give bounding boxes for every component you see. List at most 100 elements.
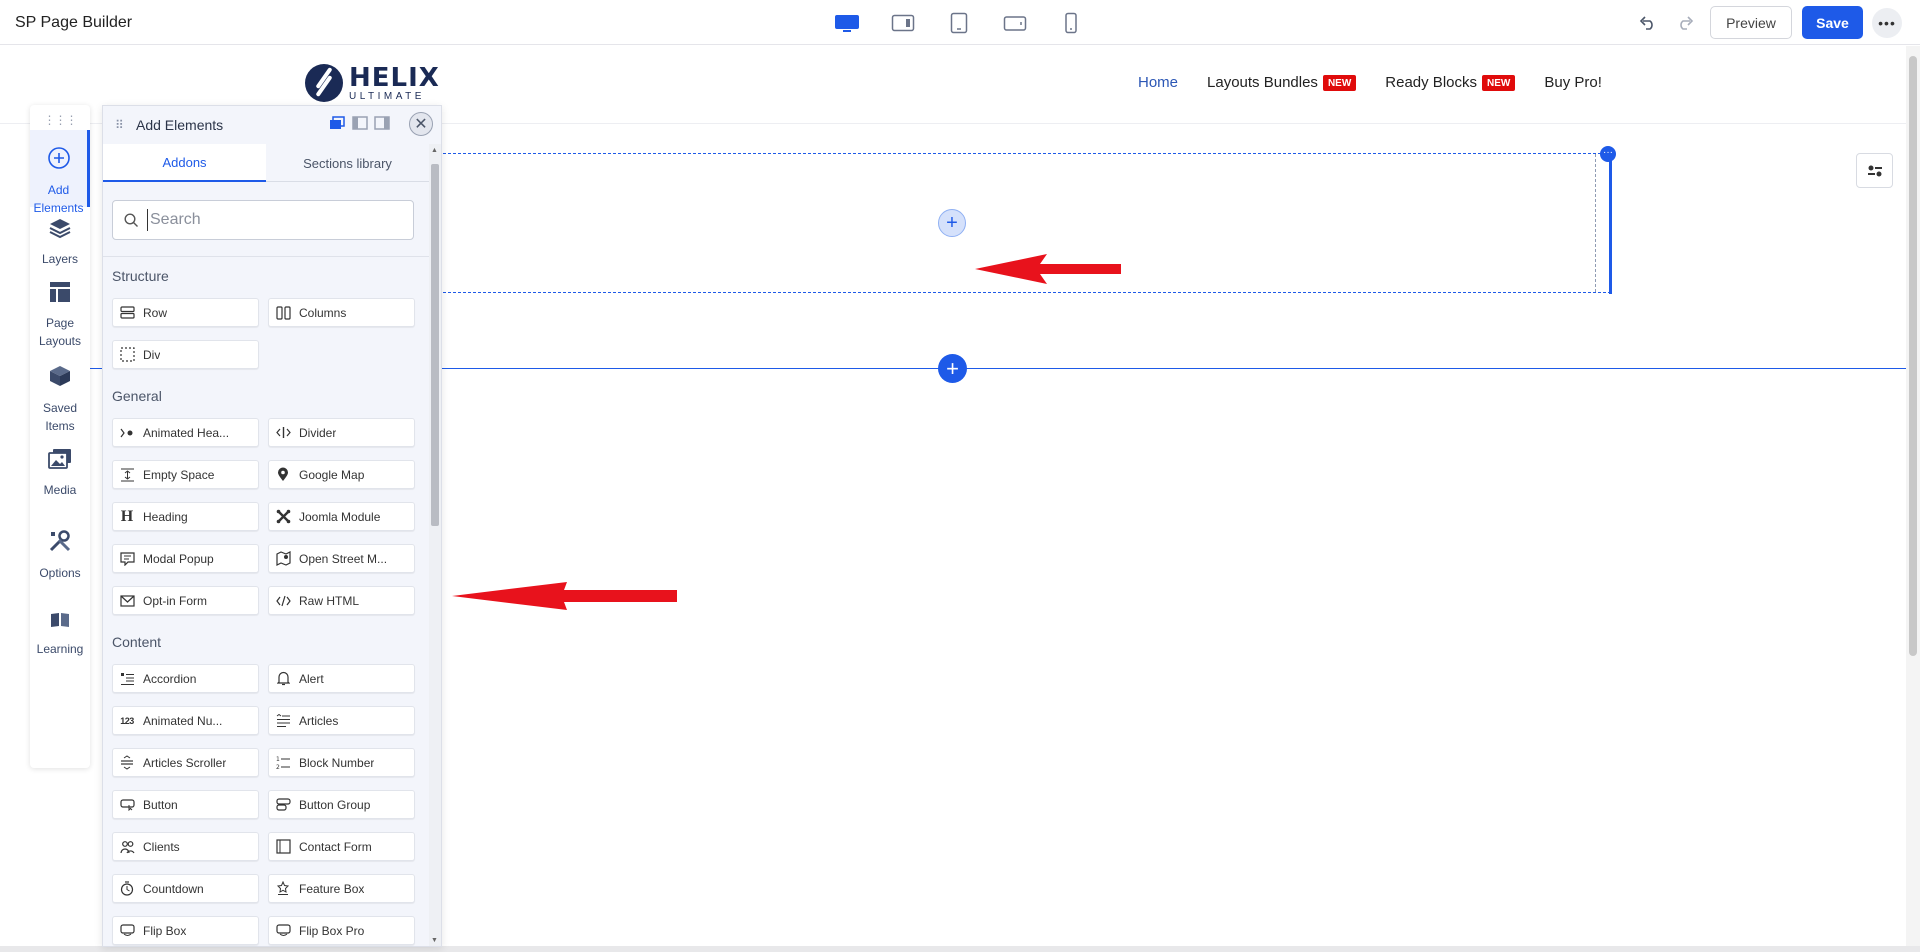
- addon-articles-scroller[interactable]: Articles Scroller: [112, 748, 259, 777]
- addon-flip-box-pro[interactable]: Flip Box Pro: [268, 916, 415, 945]
- addon-label: Block Number: [299, 755, 375, 770]
- map-pin-icon: [275, 467, 291, 483]
- panel-scrollbar-thumb[interactable]: [431, 164, 439, 526]
- sidebar-item-label: Saved: [42, 401, 78, 415]
- addon-columns[interactable]: Columns: [268, 298, 415, 327]
- addon-opt-in-form[interactable]: Opt-in Form: [112, 586, 259, 615]
- addon-google-map[interactable]: Google Map: [268, 460, 415, 489]
- page-scrollbar-thumb[interactable]: [1909, 56, 1917, 656]
- tab-sections-library[interactable]: Sections library: [266, 144, 429, 182]
- detach-panel-icon[interactable]: [329, 116, 345, 130]
- nav-item-label: Buy Pro!: [1544, 74, 1602, 91]
- addon-clients[interactable]: Clients: [112, 832, 259, 861]
- search-input[interactable]: [147, 209, 407, 231]
- helix-logo-icon: [305, 64, 343, 102]
- addon-row[interactable]: Row: [112, 298, 259, 327]
- addon-label: Modal Popup: [143, 551, 214, 566]
- addon-label: Flip Box Pro: [299, 923, 365, 938]
- panel-scrollbar[interactable]: ▲ ▼: [429, 144, 441, 946]
- addon-contact-form[interactable]: Contact Form: [268, 832, 415, 861]
- addon-heading[interactable]: H Heading: [112, 502, 259, 531]
- flip-box-icon: [119, 923, 135, 939]
- page-settings-button[interactable]: [1856, 153, 1893, 188]
- nav-item-label: Layouts Bundles: [1207, 74, 1318, 91]
- addon-divider[interactable]: Divider: [268, 418, 415, 447]
- addon-flip-box[interactable]: Flip Box: [112, 916, 259, 945]
- dock-left-icon[interactable]: [352, 116, 368, 130]
- sidebar-item-label: Learning: [36, 642, 84, 656]
- addon-accordion[interactable]: Accordion: [112, 664, 259, 693]
- addon-label: Div: [143, 347, 161, 362]
- tab-addons[interactable]: Addons: [103, 144, 266, 182]
- sidebar-item-saved-items[interactable]: Saved Items: [30, 358, 90, 433]
- button-group-icon: [275, 797, 291, 813]
- site-logo[interactable]: HELIX ULTIMATE: [305, 64, 440, 102]
- nav-item-home[interactable]: Home: [1138, 74, 1178, 91]
- redo-button[interactable]: [1673, 12, 1697, 34]
- sidebar-item-add-elements[interactable]: Add Elements: [30, 130, 90, 215]
- addon-articles[interactable]: Articles: [268, 706, 415, 735]
- desktop-view-button[interactable]: [832, 11, 862, 35]
- drag-handle-icon[interactable]: ⠿: [115, 118, 124, 132]
- close-panel-button[interactable]: ✕: [409, 112, 433, 136]
- category-title-general: General: [112, 388, 162, 404]
- save-button[interactable]: Save: [1802, 6, 1863, 39]
- section-options-handle[interactable]: ···: [1600, 146, 1616, 162]
- add-section-button[interactable]: +: [938, 354, 967, 383]
- svg-text:2: 2: [276, 764, 280, 770]
- mobile-view-button[interactable]: [1056, 11, 1086, 35]
- tablet-landscape-view-button[interactable]: [1000, 11, 1030, 35]
- search-divider: [103, 256, 429, 257]
- add-addon-button[interactable]: +: [938, 209, 966, 237]
- more-options-button[interactable]: •••: [1872, 8, 1902, 38]
- sidebar-item-learning[interactable]: Learning: [30, 605, 90, 663]
- desktop-icon: [835, 15, 859, 32]
- addon-label: Feature Box: [299, 881, 365, 896]
- addon-animated-nu[interactable]: 123 Animated Nu...: [112, 706, 259, 735]
- page-scrollbar[interactable]: [1906, 46, 1920, 946]
- sidebar-item-options[interactable]: Options: [30, 523, 90, 581]
- laptop-view-button[interactable]: [888, 11, 918, 35]
- addon-joomla-module[interactable]: Joomla Module: [268, 502, 415, 531]
- articles-scroller-icon: [119, 755, 135, 771]
- section-resize-edge[interactable]: [1609, 153, 1612, 294]
- dock-right-icon[interactable]: [374, 116, 390, 130]
- addon-raw-html[interactable]: Raw HTML: [268, 586, 415, 615]
- addon-animated-hea[interactable]: Animated Hea...: [112, 418, 259, 447]
- preview-button[interactable]: Preview: [1710, 6, 1792, 39]
- nav-item-layouts-bundles[interactable]: Layouts Bundles NEW: [1207, 74, 1357, 91]
- addon-modal-popup[interactable]: Modal Popup: [112, 544, 259, 573]
- undo-button[interactable]: [1636, 12, 1660, 34]
- scroll-up-icon[interactable]: ▲: [431, 147, 438, 154]
- scroll-down-icon[interactable]: ▼: [431, 937, 438, 944]
- addon-empty-space[interactable]: Empty Space: [112, 460, 259, 489]
- settings-sliders-icon: [1867, 165, 1882, 176]
- left-sidebar: ⋮⋮⋮ Add Elements Layers Page Layouts Saved Ite…: [30, 105, 90, 768]
- addon-open-street-m[interactable]: Open Street M...: [268, 544, 415, 573]
- addon-countdown[interactable]: Countdown: [112, 874, 259, 903]
- svg-text:1: 1: [276, 756, 280, 763]
- sidebar-item-label: Options: [39, 566, 81, 580]
- category-title-content: Content: [112, 634, 162, 650]
- addon-feature-box[interactable]: Feature Box: [268, 874, 415, 903]
- street-map-icon: [275, 551, 291, 567]
- add-elements-panel: ⠿ Add Elements ✕ Addons Sections library…: [102, 105, 442, 947]
- sidebar-item-page-layouts[interactable]: Page Layouts: [30, 275, 90, 348]
- addon-button-group[interactable]: Button Group: [268, 790, 415, 819]
- addon-alert[interactable]: Alert: [268, 664, 415, 693]
- sidebar-item-label: Add: [47, 183, 70, 197]
- addon-label: Button: [143, 797, 178, 812]
- nav-item-buy-pro[interactable]: Buy Pro!: [1544, 74, 1602, 91]
- sidebar-item-media[interactable]: Media: [30, 442, 90, 500]
- sidebar-item-label: Layers: [41, 252, 79, 266]
- addon-button[interactable]: Button: [112, 790, 259, 819]
- sidebar-item-layers[interactable]: Layers: [30, 211, 90, 269]
- addon-block-number[interactable]: 1 2 Block Number: [268, 748, 415, 777]
- animated-heading-icon: [119, 425, 135, 441]
- nav-item-ready-blocks[interactable]: Ready Blocks NEW: [1385, 74, 1516, 91]
- tablet-view-button[interactable]: [944, 11, 974, 35]
- tools-icon: [48, 529, 72, 558]
- plus-icon: +: [946, 211, 958, 234]
- tablet-landscape-icon: [1003, 16, 1027, 31]
- addon-div[interactable]: Div: [112, 340, 259, 369]
